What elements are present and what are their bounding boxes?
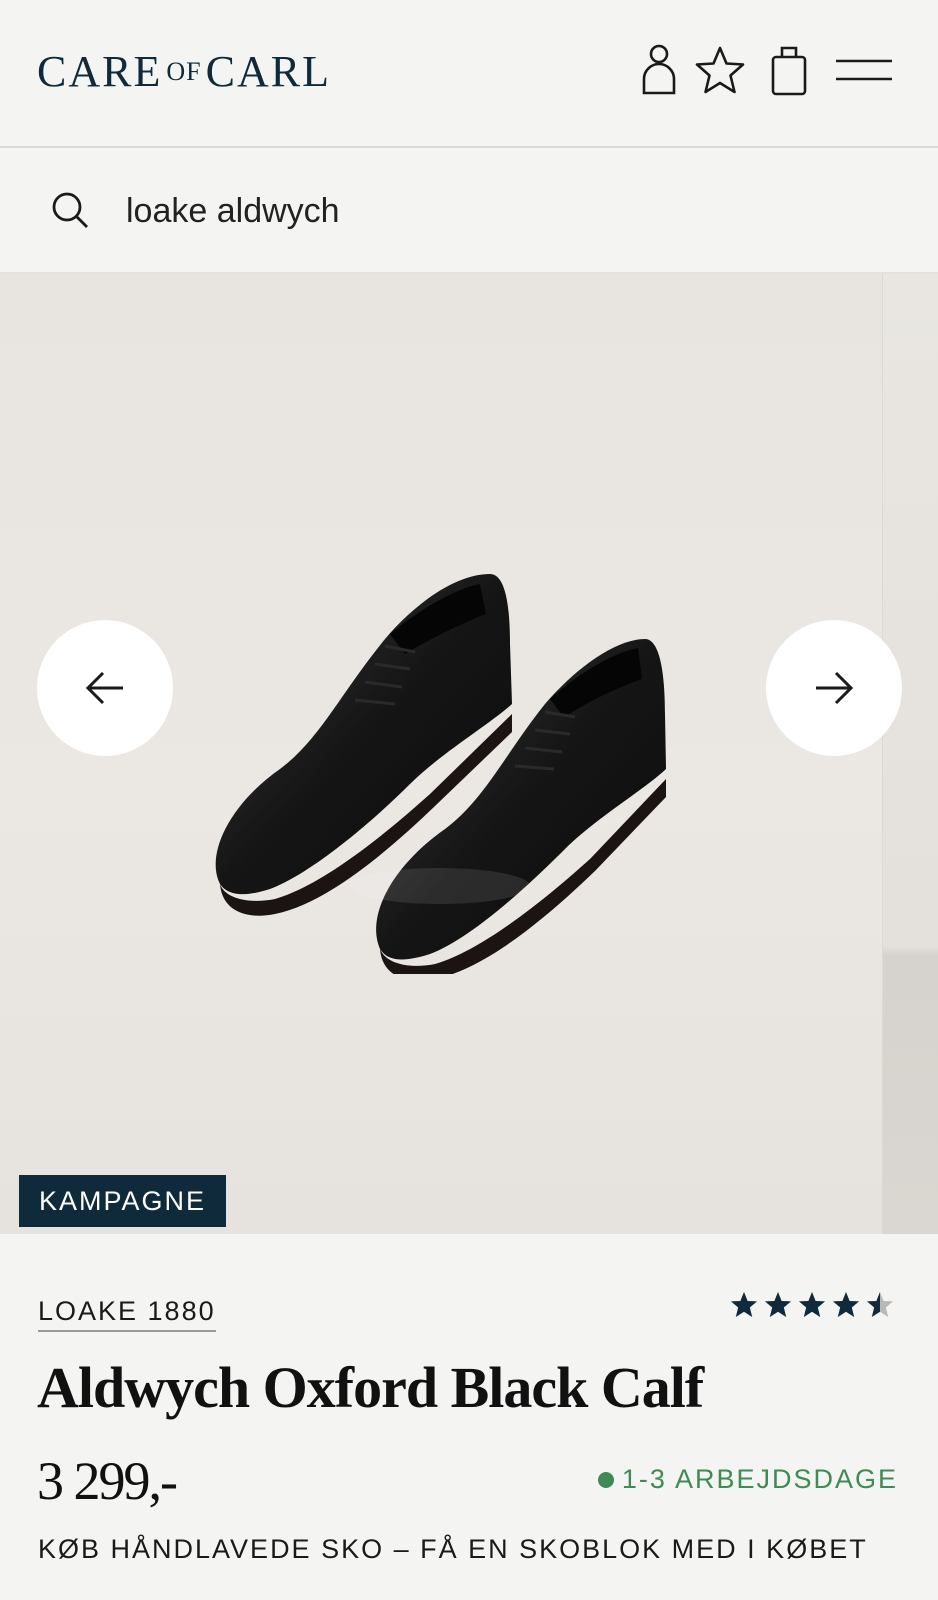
rating-stars[interactable] — [730, 1291, 894, 1319]
product-title: Aldwych Oxford Black Calf — [37, 1355, 704, 1420]
site-header: CARE OFCARL — [0, 0, 938, 148]
campaign-badge: KAMPAGNE — [19, 1175, 227, 1227]
star-rating-icon — [765, 1292, 791, 1317]
brand-link[interactable]: LOAKE 1880 — [38, 1296, 216, 1332]
product-image-carousel[interactable]: KAMPAGNE — [0, 274, 938, 1234]
star-rating-icon — [833, 1292, 859, 1317]
delivery-text: 1-3 ARBEJDSDAGE — [621, 1464, 898, 1494]
user-icon[interactable] — [636, 40, 682, 100]
logo-care: CARE — [37, 47, 163, 96]
search-input[interactable] — [126, 186, 846, 236]
product-info: LOAKE 1880 Aldwych Oxford Black Calf 3 2… — [0, 1234, 938, 1600]
arrow-left-icon — [85, 671, 123, 705]
bag-icon[interactable] — [768, 40, 810, 100]
delivery-status: 1-3 ARBEJDSDAGE — [597, 1464, 898, 1495]
next-image-button[interactable] — [766, 620, 902, 756]
logo-of: OF — [166, 57, 202, 86]
product-price: 3 299,- — [37, 1451, 178, 1511]
search-bar — [0, 148, 938, 274]
previous-image-button[interactable] — [37, 620, 173, 756]
logo-carl: CARL — [205, 47, 331, 96]
star-rating-icon — [731, 1292, 757, 1317]
star-rating-icon — [799, 1292, 825, 1317]
shoes-illustration — [215, 574, 666, 974]
site-logo[interactable]: CARE OFCARL — [37, 50, 331, 94]
arrow-right-icon — [816, 671, 854, 705]
star-icon[interactable] — [692, 40, 748, 100]
promo-text: KØB HÅNDLAVEDE SKO – FÅ EN SKOBLOK MED I… — [38, 1534, 868, 1564]
in-stock-dot-icon — [597, 1471, 614, 1488]
next-image-preview[interactable] — [882, 274, 938, 1234]
product-image — [0, 274, 882, 1234]
star-rating-icon — [867, 1292, 893, 1317]
menu-icon[interactable] — [834, 40, 894, 100]
search-icon[interactable] — [50, 190, 90, 235]
